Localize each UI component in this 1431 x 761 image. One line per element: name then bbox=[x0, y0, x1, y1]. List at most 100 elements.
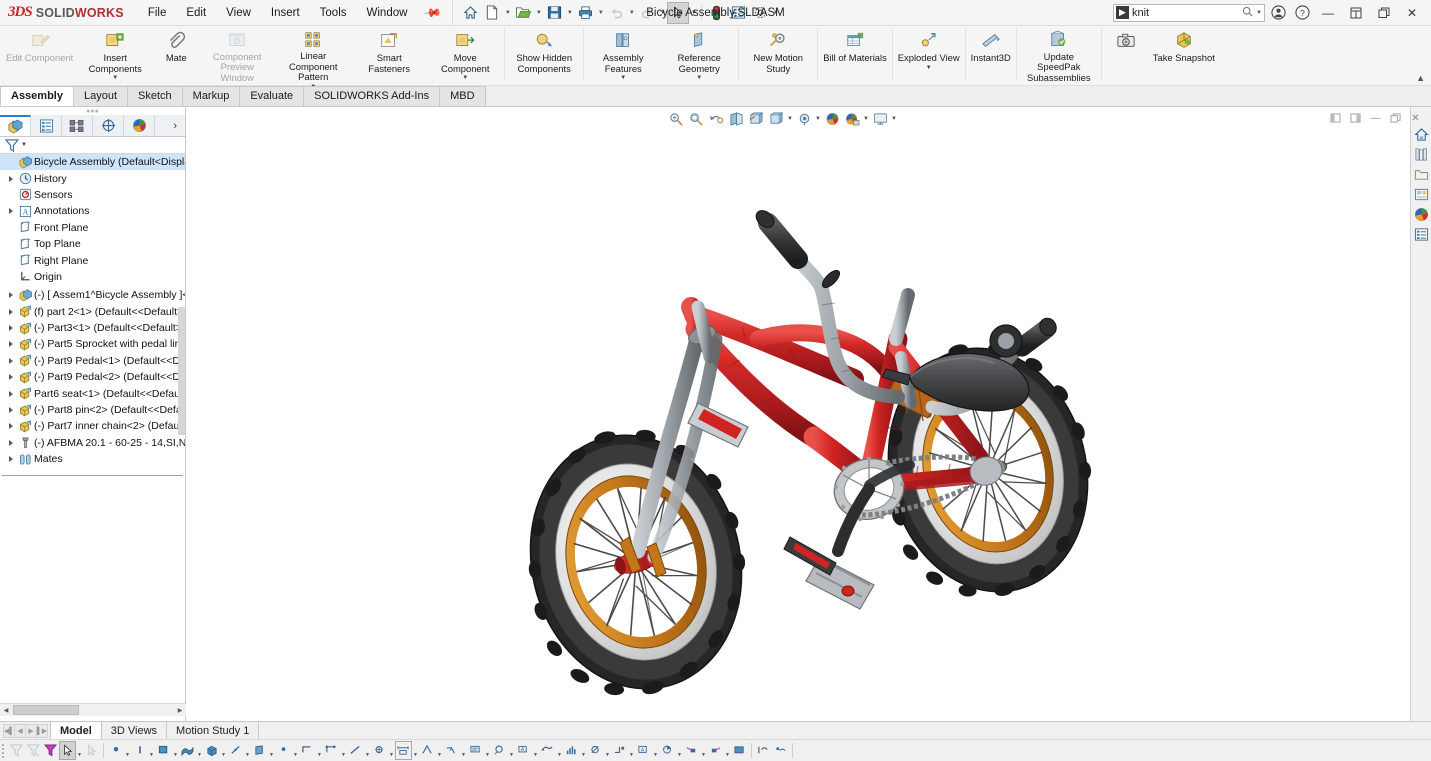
apply-scene-button[interactable] bbox=[842, 109, 862, 128]
ribbon-insert-components[interactable]: Insert Components ▼ bbox=[77, 26, 153, 84]
scene-dropdown-arrow[interactable]: ▼ bbox=[862, 109, 870, 128]
maximize-button[interactable] bbox=[1371, 1, 1397, 25]
weld-beads-dropdown-arrow[interactable]: ▼ bbox=[676, 741, 683, 760]
tree-row[interactable]: Right Plane bbox=[0, 252, 185, 268]
tree-row[interactable]: (f) part 2<1> (Default<<Default>_Dis bbox=[0, 304, 185, 320]
tree-row[interactable]: Origin bbox=[0, 269, 185, 285]
filter-annotations-button[interactable] bbox=[611, 741, 628, 760]
filter-weld-points-button[interactable] bbox=[731, 741, 748, 760]
ribbon-large-assembly-settings[interactable]: Take Snapshot bbox=[1149, 26, 1219, 84]
menu-item-edit[interactable]: Edit bbox=[176, 3, 216, 23]
scrollbar-thumb[interactable] bbox=[178, 307, 185, 435]
clear-all-filters-button[interactable] bbox=[25, 741, 42, 760]
surface-finish-dropdown-arrow[interactable]: ▼ bbox=[436, 741, 443, 760]
blocks-dropdown-arrow[interactable]: ▼ bbox=[556, 741, 563, 760]
filter-gtol-button[interactable] bbox=[587, 741, 604, 760]
filter-group-b-button[interactable] bbox=[772, 741, 789, 760]
ribbon-take-snapshot[interactable] bbox=[1103, 26, 1149, 84]
bottom-tab-motion-study[interactable]: Motion Study 1 bbox=[167, 721, 260, 740]
chevron-down-icon[interactable]: ▼ bbox=[926, 65, 932, 71]
filter-datum-targets-button[interactable] bbox=[563, 741, 580, 760]
tree-row[interactable]: (-) [ Assem1^Bicycle Assembly ]<1> bbox=[0, 287, 185, 303]
tab-mbd[interactable]: MBD bbox=[439, 86, 486, 106]
redo-dropdown-arrow[interactable]: ▼ bbox=[658, 2, 667, 24]
options-dropdown-arrow[interactable]: ▼ bbox=[771, 2, 780, 24]
expand-triangle-icon[interactable] bbox=[4, 456, 17, 463]
chevron-down-icon[interactable]: ▼ bbox=[696, 75, 702, 81]
print-button[interactable] bbox=[574, 2, 596, 24]
doc-restore-button[interactable] bbox=[1386, 109, 1405, 127]
tile-left-icon[interactable] bbox=[1326, 109, 1345, 127]
new-document-button[interactable] bbox=[481, 2, 503, 24]
search-input[interactable] bbox=[1132, 6, 1240, 19]
save-button[interactable] bbox=[543, 2, 565, 24]
expand-triangle-icon[interactable] bbox=[4, 208, 17, 215]
filter-weld-beads-button[interactable] bbox=[659, 741, 676, 760]
graphics-area[interactable]: ▼ ▼ ▼ ▼ — ✕ bbox=[186, 107, 1431, 721]
print-dropdown-arrow[interactable]: ▼ bbox=[596, 2, 605, 24]
notes-dropdown-arrow[interactable]: ▼ bbox=[484, 741, 491, 760]
previous-view-button[interactable] bbox=[706, 109, 726, 128]
tree-row[interactable]: A Annotations bbox=[0, 203, 185, 219]
tab-solidworks-addins[interactable]: SOLIDWORKS Add-Ins bbox=[303, 86, 441, 106]
help-question-icon[interactable]: ? bbox=[1291, 2, 1313, 24]
expand-triangle-icon[interactable] bbox=[4, 374, 17, 381]
select-tool-dropdown-arrow[interactable]: ▼ bbox=[76, 741, 83, 760]
sketch-segments-dropdown-arrow[interactable]: ▼ bbox=[316, 741, 323, 760]
menu-item-file[interactable]: File bbox=[138, 3, 177, 23]
ribbon-edit-component[interactable]: Edit Component bbox=[2, 26, 77, 84]
filter-notes-button[interactable] bbox=[467, 741, 484, 760]
routing-points-dropdown-arrow[interactable]: ▼ bbox=[724, 741, 731, 760]
annotations-dropdown-arrow[interactable]: ▼ bbox=[628, 741, 635, 760]
expand-triangle-icon[interactable] bbox=[4, 308, 17, 315]
tree-row[interactable]: (-) Part9 Pedal<2> (Default<<Default bbox=[0, 369, 185, 385]
balloons-dropdown-arrow[interactable]: ▼ bbox=[508, 741, 515, 760]
menu-item-insert[interactable]: Insert bbox=[261, 3, 310, 23]
filter-sketch-segments-button[interactable] bbox=[299, 741, 316, 760]
tab-evaluate[interactable]: Evaluate bbox=[239, 86, 305, 106]
expand-triangle-icon[interactable] bbox=[4, 439, 17, 446]
ribbon-new-motion-study[interactable]: New Motion Study bbox=[740, 26, 816, 84]
solidworks-resources-button[interactable] bbox=[1411, 124, 1431, 144]
redo-button[interactable] bbox=[636, 2, 658, 24]
tree-row[interactable]: Mates bbox=[0, 451, 185, 467]
midpoints-dropdown-arrow[interactable]: ▼ bbox=[340, 741, 347, 760]
search-mode-badge[interactable]: ▶ bbox=[1116, 6, 1129, 19]
gtol-dropdown-arrow[interactable]: ▼ bbox=[604, 741, 611, 760]
feature-tree-filter[interactable]: ▼ bbox=[0, 137, 185, 154]
tab-sketch[interactable]: Sketch bbox=[127, 86, 183, 106]
rebuild-button[interactable] bbox=[705, 2, 727, 24]
ribbon-reference-geometry[interactable]: Reference Geometry ▼ bbox=[661, 26, 737, 84]
select-dropdown-arrow[interactable]: ▼ bbox=[689, 2, 698, 24]
chevron-down-icon[interactable]: ▼ bbox=[620, 75, 626, 81]
ribbon-move-component[interactable]: Move Component ▼ bbox=[427, 26, 503, 84]
ribbon-assembly-features[interactable]: Assembly Features ▼ bbox=[585, 26, 661, 84]
scrollbar-thumb[interactable] bbox=[13, 705, 79, 715]
filter-dimensions-button[interactable] bbox=[395, 741, 412, 760]
close-button[interactable]: ✕ bbox=[1399, 1, 1425, 25]
bottom-tab-3d-views[interactable]: 3D Views bbox=[102, 721, 168, 740]
filter-axes-button[interactable] bbox=[227, 741, 244, 760]
datum-targets-dropdown-arrow[interactable]: ▼ bbox=[580, 741, 587, 760]
sketch-points-dropdown-arrow[interactable]: ▼ bbox=[292, 741, 299, 760]
tree-vertical-scrollbar[interactable] bbox=[178, 307, 185, 557]
expand-triangle-icon[interactable] bbox=[4, 325, 17, 332]
tab-assembly[interactable]: Assembly bbox=[0, 86, 74, 106]
zoom-to-area-button[interactable] bbox=[686, 109, 706, 128]
home-button[interactable] bbox=[459, 2, 481, 24]
user-account-icon[interactable] bbox=[1267, 2, 1289, 24]
configuration-manager-tab[interactable] bbox=[62, 115, 93, 136]
menu-item-tools[interactable]: Tools bbox=[310, 3, 357, 23]
axes-dropdown-arrow[interactable]: ▼ bbox=[244, 741, 251, 760]
file-explorer-button[interactable] bbox=[1411, 164, 1431, 184]
scroll-left-arrow[interactable]: ◀ bbox=[0, 704, 12, 716]
filter-center-marks-button[interactable] bbox=[347, 741, 364, 760]
weld-symbols-dropdown-arrow[interactable]: ▼ bbox=[460, 741, 467, 760]
select-button[interactable] bbox=[667, 1, 690, 24]
bicycle-assembly-3d-model[interactable]: y x z bbox=[186, 107, 1410, 721]
view-settings-button[interactable] bbox=[870, 109, 890, 128]
ribbon-smart-fasteners[interactable]: Smart Fasteners bbox=[351, 26, 427, 84]
view-settings-dropdown-arrow[interactable]: ▼ bbox=[890, 109, 898, 128]
vertices-dropdown-arrow[interactable]: ▼ bbox=[124, 741, 131, 760]
tree-row[interactable]: Bicycle Assembly (Default<Display State- bbox=[0, 154, 185, 171]
